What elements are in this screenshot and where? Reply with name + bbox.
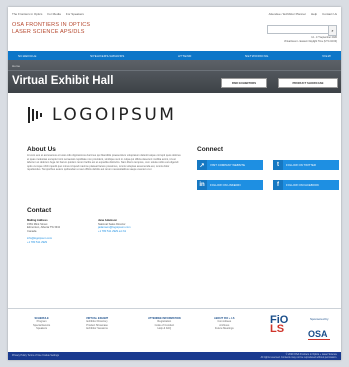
footer-col-about: ABOUT FIO + LS Committees Archives Futur… (214, 317, 235, 331)
external-link-icon: ↗ (197, 160, 207, 170)
twitter-icon: t (273, 160, 283, 170)
linkedin-button[interactable]: in FOLLOW ON LINKEDIN (197, 180, 263, 190)
footer-col-attendee: ATTENDEE INFORMATION Registration Code o… (148, 317, 181, 331)
main-nav: SCHEDULE SPEAKERS/AWARDS ATTEND NETWORKI… (8, 51, 341, 60)
bottom-bar: Privacy Policy Terms of Use Cookie Setti… (8, 352, 341, 360)
osa-logo-underline (308, 339, 330, 340)
event-timezone: Virtual Event - Eastern Daylight Time (U… (284, 39, 337, 43)
copyright-line2: All rights reserved. Contents may not be… (260, 356, 337, 359)
connect-heading: Connect (197, 146, 223, 153)
footer-link[interactable]: Help & FAQ (148, 327, 181, 330)
sales-email-link[interactable]: jadamson@logoipsum.com (98, 226, 130, 229)
visit-website-label: VISIT COMPANY WEBSITE (210, 163, 245, 167)
footer-col-exhibit: VIRTUAL EXHIBIT Exhibitor Directory Prod… (86, 317, 108, 331)
util-link-contact[interactable]: Contact Us (322, 12, 337, 16)
about-heading: About Us (27, 146, 56, 153)
twitter-button[interactable]: t FOLLOW ON TWITTER (273, 160, 339, 170)
linkedin-label: FOLLOW ON LINKEDIN (210, 183, 241, 187)
sales-phone-link[interactable]: +1 780 511 2929 ext 61 (98, 230, 126, 233)
exhibitor-logo: LOGOIPSUM (27, 105, 176, 125)
footer-link[interactable]: Speakers (33, 327, 50, 330)
product-showcase-button[interactable]: PRODUCT SHOWCASE (278, 78, 338, 88)
address-line2: Edmonton, Alberta T5J 9N4 (27, 226, 60, 230)
facebook-label: FOLLOW ON FACEBOOK (286, 183, 319, 187)
util-link-media[interactable]: For Media (47, 12, 61, 16)
footer-link[interactable]: Exhibitor Sessions (86, 327, 108, 330)
util-link-speakers[interactable]: For Speakers (66, 12, 84, 16)
contact-phone-link[interactable]: +1 780 511 2929 (27, 241, 47, 244)
nav-item-attend[interactable]: ATTEND (178, 54, 192, 58)
fio-ls-logo[interactable]: FiO LS (270, 315, 288, 335)
contact-email-link[interactable]: info@logoipsum.com (27, 237, 52, 240)
logo-text: LOGOIPSUM (52, 105, 177, 125)
hero-banner: Home Virtual Exhibit Hall FIND EXHIBITOR… (8, 60, 341, 93)
sales-contact-name: Jane Adamson (98, 219, 118, 222)
util-link-planner[interactable]: Attendee / Exhibitor Planner (269, 12, 306, 16)
visit-website-button[interactable]: ↗ VISIT COMPANY WEBSITE (197, 160, 263, 170)
util-link-help[interactable]: Help (311, 12, 317, 16)
site-footer: SCHEDULE Program Special Events Speakers… (8, 308, 341, 353)
facebook-icon: f (273, 180, 283, 190)
legal-links[interactable]: Privacy Policy Terms of Use Cookie Setti… (12, 354, 59, 357)
breadcrumb[interactable]: Home (12, 64, 20, 68)
event-dates: 14 - 17 September 2020 Virtual Event - E… (284, 36, 337, 43)
nav-item-schedule[interactable]: SCHEDULE (18, 54, 37, 58)
footer-col-schedule: SCHEDULE Program Special Events Speakers (33, 317, 50, 331)
logo-mark-icon (28, 107, 42, 123)
search-input[interactable] (267, 25, 329, 34)
mailing-address-title: Mailing Address (27, 219, 48, 222)
find-exhibitors-button[interactable]: FIND EXHIBITORS (221, 78, 267, 88)
brand-title-line2[interactable]: LASER SCIENCE APS/DLS (12, 29, 85, 35)
ls-logo-text: LS (270, 323, 285, 335)
sales-contact: Jane Adamson National Sales Director jad… (98, 219, 130, 233)
twitter-label: FOLLOW ON TWITTER (286, 163, 316, 167)
about-body: At vero eos et accusamus et iusto odio d… (27, 154, 181, 172)
util-link-frontiers[interactable]: The Frontiers in Optics (12, 12, 42, 16)
mailing-address: Mailing Address 1581 Mink Street Edmonto… (27, 219, 60, 244)
utility-links: The Frontiers in Optics For Media For Sp… (12, 12, 84, 16)
search-icon[interactable]: ⌕ (328, 25, 337, 36)
copyright: © 2020 OSA Frontiers in Optics + Laser S… (261, 353, 337, 359)
osa-logo[interactable]: OSA (308, 329, 328, 339)
hero-divider (8, 70, 341, 71)
address-line3: Canada (27, 229, 37, 233)
nav-item-view[interactable]: VIEW (322, 54, 331, 58)
facebook-button[interactable]: f FOLLOW ON FACEBOOK (273, 180, 339, 190)
linkedin-icon: in (197, 180, 207, 190)
contact-heading: Contact (27, 207, 52, 214)
nav-item-speakers[interactable]: SPEAKERS/AWARDS (90, 54, 124, 58)
utility-right-links: Attendee / Exhibitor Planner Help Contac… (269, 12, 337, 16)
footer-link[interactable]: Future Meetings (214, 327, 235, 330)
brand-title-line1[interactable]: OSA FRONTIERS IN OPTICS (12, 22, 90, 28)
osa-caption: Sponsored by (310, 317, 329, 321)
site-header: The Frontiers in Optics For Media For Sp… (8, 7, 341, 51)
page-title: Virtual Exhibit Hall (12, 75, 114, 87)
page: The Frontiers in Optics For Media For Sp… (8, 7, 341, 360)
nav-item-networking[interactable]: NETWORKING (245, 54, 269, 58)
